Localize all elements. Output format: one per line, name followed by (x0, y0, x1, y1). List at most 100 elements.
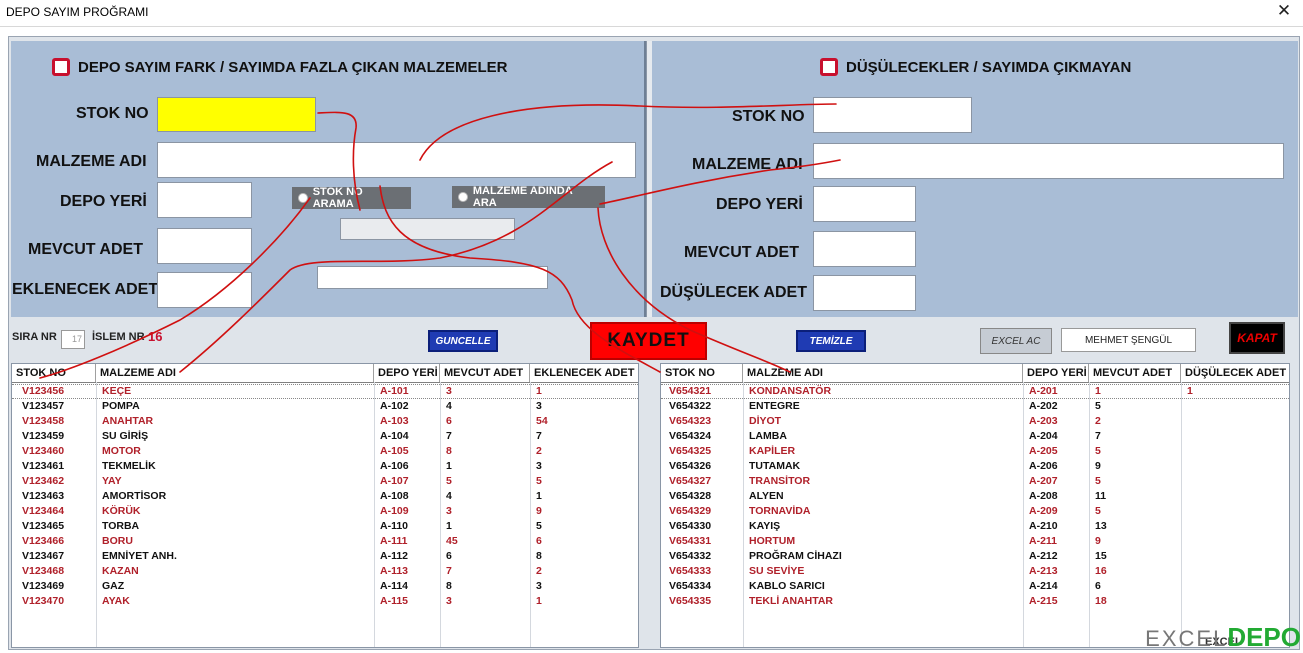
table-cell: 7 (1095, 430, 1101, 442)
excel-ac-button[interactable]: EXCEL AC (980, 328, 1052, 354)
stok-no-input-right[interactable] (813, 97, 972, 133)
table-cell: 3 (446, 385, 452, 397)
table-row[interactable]: V654323 DİYOT A-203 2 (661, 414, 1289, 429)
table-cell: 7 (536, 430, 542, 442)
table-cell: A-203 (1029, 415, 1058, 427)
table-cell (1181, 414, 1289, 429)
col-header[interactable]: MEVCUT ADET (1089, 364, 1181, 382)
radio-dot-icon (298, 193, 308, 203)
temizle-button[interactable]: TEMİZLE (796, 330, 866, 352)
table-cell: MOTOR (102, 445, 141, 457)
close-icon[interactable]: ✕ (1273, 1, 1295, 21)
table-cell: 16 (1095, 565, 1107, 577)
table-row[interactable]: V654334 KABLO SARICI A-214 6 (661, 579, 1289, 594)
sira-nr-field[interactable]: 17 (61, 330, 85, 349)
table-row[interactable]: V123462 YAY A-107 5 5 (12, 474, 638, 489)
table-row[interactable]: V123457 POMPA A-102 4 3 (12, 399, 638, 414)
radio-stok-no-arama[interactable]: STOK NO ARAMA (292, 186, 411, 210)
table-row[interactable]: V654332 PROĞRAM CİHAZI A-212 15 (661, 549, 1289, 564)
depo-yeri-input-right[interactable] (813, 186, 916, 222)
table-row[interactable]: V123470 AYAK A-115 3 1 (12, 594, 638, 609)
col-header[interactable]: STOK NO (12, 364, 96, 382)
table-cell: AYAK (102, 595, 130, 607)
table-row[interactable]: V654333 SU SEVİYE A-213 16 (661, 564, 1289, 579)
table-cell (1181, 429, 1289, 444)
col-header[interactable]: DEPO YERİ (374, 364, 440, 382)
table-cell: V123456 (22, 385, 65, 397)
kapat-button[interactable]: KAPAT (1229, 322, 1285, 354)
search-input[interactable] (317, 266, 548, 289)
stok-no-input[interactable] (157, 97, 316, 132)
kaydet-button[interactable]: KAYDET (590, 322, 707, 360)
table-row[interactable]: V123456 KEÇE A-101 3 1 (12, 384, 638, 399)
table-cell: DİYOT (749, 415, 782, 427)
table-row[interactable]: V654324 LAMBA A-204 7 (661, 429, 1289, 444)
table-cell: A-115 (380, 595, 409, 607)
eklenecek-adet-input[interactable] (157, 272, 252, 308)
mevcut-adet-input-right[interactable] (813, 231, 916, 267)
malzeme-adi-input[interactable] (157, 142, 636, 178)
table-cell: V123468 (22, 565, 65, 577)
col-header[interactable]: STOK NO (661, 364, 743, 382)
table-row[interactable]: V123465 TORBA A-110 1 5 (12, 519, 638, 534)
table-row[interactable]: V123461 TEKMELİK A-106 1 3 (12, 459, 638, 474)
guncelle-button[interactable]: GUNCELLE (428, 330, 498, 352)
table-cell: KABLO SARICI (749, 580, 825, 592)
table-cell: 7 (446, 565, 452, 577)
dusulecek-adet-input[interactable] (813, 275, 916, 311)
right-table: STOK NO MALZEME ADI DEPO YERİ MEVCUT ADE… (660, 363, 1290, 648)
table-cell: 5 (536, 520, 542, 532)
table-cell: A-107 (380, 475, 409, 487)
table-row[interactable]: V123467 EMNİYET ANH. A-112 6 8 (12, 549, 638, 564)
table-cell: 5 (1095, 445, 1101, 457)
table-row[interactable]: V654321 KONDANSATÖR A-201 1 1 (661, 384, 1289, 399)
table-row[interactable]: V123466 BORU A-111 45 6 (12, 534, 638, 549)
table-row[interactable]: V123463 AMORTİSOR A-108 4 1 (12, 489, 638, 504)
table-cell: A-202 (1029, 400, 1058, 412)
table-row[interactable]: V654329 TORNAVİDA A-209 5 (661, 504, 1289, 519)
table-row[interactable]: V123460 MOTOR A-105 8 2 (12, 444, 638, 459)
table-row[interactable]: V654327 TRANSİTOR A-207 5 (661, 474, 1289, 489)
table-cell: V654326 (669, 460, 712, 472)
table-row[interactable]: V654331 HORTUM A-211 9 (661, 534, 1289, 549)
left-table-header: STOK NO MALZEME ADI DEPO YERİ MEVCUT ADE… (12, 364, 638, 383)
label-depo-yeri: DEPO YERİ (60, 193, 147, 210)
table-cell: V654331 (669, 535, 712, 547)
window-title: DEPO SAYIM PROĞRAMI (6, 5, 149, 19)
table-cell (1181, 444, 1289, 459)
malzeme-adi-input-right[interactable] (813, 143, 1284, 179)
table-cell: GAZ (102, 580, 125, 592)
search-display-field[interactable] (340, 218, 515, 240)
table-cell: 9 (536, 505, 542, 517)
table-cell: 18 (1095, 595, 1107, 607)
table-row[interactable]: V123468 KAZAN A-113 7 2 (12, 564, 638, 579)
table-cell: A-113 (380, 565, 409, 577)
col-header[interactable]: EKLENECEK ADET (530, 364, 638, 382)
table-row[interactable]: V654335 TEKLİ ANAHTAR A-215 18 (661, 594, 1289, 609)
mevcut-adet-input[interactable] (157, 228, 252, 264)
table-row[interactable]: V654322 ENTEGRE A-202 5 (661, 399, 1289, 414)
table-row[interactable]: V123458 ANAHTAR A-103 6 54 (12, 414, 638, 429)
col-header[interactable]: MEVCUT ADET (440, 364, 530, 382)
label-malzeme-adi-right: MALZEME ADI (692, 156, 803, 173)
table-cell: KÖRÜK (102, 505, 141, 517)
table-cell: A-102 (380, 400, 409, 412)
table-cell: 1 (536, 385, 542, 397)
table-row[interactable]: V654325 KAPİLER A-205 5 (661, 444, 1289, 459)
col-header[interactable]: MALZEME ADI (96, 364, 374, 382)
radio-malzeme-adinda-ara[interactable]: MALZEME ADINDA ARA (452, 185, 605, 209)
table-row[interactable]: V654330 KAYIŞ A-210 13 (661, 519, 1289, 534)
table-cell (1181, 474, 1289, 489)
table-row[interactable]: V654326 TUTAMAK A-206 9 (661, 459, 1289, 474)
table-cell: A-103 (380, 415, 409, 427)
table-row[interactable]: V123464 KÖRÜK A-109 3 9 (12, 504, 638, 519)
table-row[interactable]: V123469 GAZ A-114 8 3 (12, 579, 638, 594)
table-cell: AMORTİSOR (102, 490, 167, 502)
table-row[interactable]: V654328 ALYEN A-208 11 (661, 489, 1289, 504)
depo-yeri-input[interactable] (157, 182, 252, 218)
col-header[interactable]: DÜŞÜLECEK ADET (1181, 364, 1289, 382)
table-cell: 1 (536, 490, 542, 502)
col-header[interactable]: DEPO YERİ (1023, 364, 1089, 382)
col-header[interactable]: MALZEME ADI (743, 364, 1023, 382)
table-row[interactable]: V123459 SU GİRİŞ A-104 7 7 (12, 429, 638, 444)
